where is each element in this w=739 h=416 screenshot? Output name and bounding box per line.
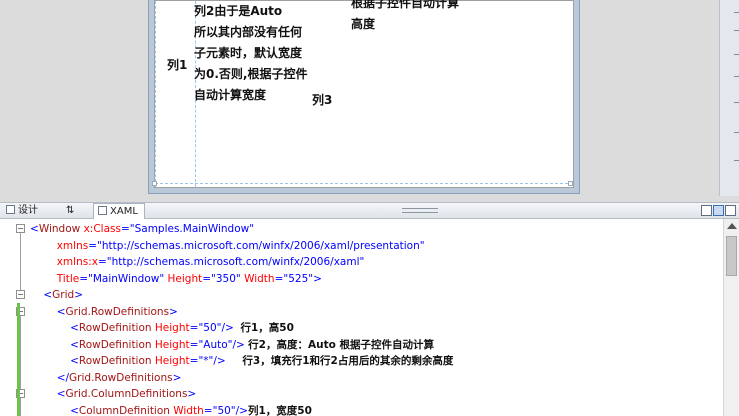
xaml-view-icon xyxy=(98,206,107,215)
xaml-editor[interactable]: − − − − <Window x:Class="Samples.MainWin… xyxy=(0,219,739,416)
column-3-label: 列3 xyxy=(312,93,333,107)
strip-tick xyxy=(734,132,739,133)
splitter-grip[interactable] xyxy=(402,208,438,213)
collapse-pane-button[interactable] xyxy=(725,205,736,216)
strip-tick xyxy=(734,54,739,55)
horizontal-split-button[interactable] xyxy=(713,205,724,216)
fold-collapse-icon[interactable]: − xyxy=(16,224,25,233)
strip-tick xyxy=(734,12,739,13)
code-line: <Grid.RowDefinitions> xyxy=(56,305,178,318)
designer-grid[interactable]: 列1 列2由于是Auto 所以其内部没有任何 子元素时，默认宽度 为0.否则,根… xyxy=(152,0,574,188)
scroll-thumb[interactable] xyxy=(726,236,737,276)
tab-design[interactable]: 设计 xyxy=(6,203,38,219)
code-area[interactable]: <Window x:Class="Samples.MainWindow" xml… xyxy=(30,221,720,416)
swap-panes-button[interactable]: ⇅ xyxy=(66,203,74,219)
vertical-split-button[interactable] xyxy=(701,205,712,216)
fold-line xyxy=(20,233,21,293)
scroll-up-icon[interactable] xyxy=(727,223,737,229)
designer-right-strip xyxy=(719,0,739,196)
code-line: </Grid.RowDefinitions> xyxy=(56,371,182,384)
strip-tick xyxy=(734,160,739,161)
grid-column-divider-0 xyxy=(155,1,156,187)
fold-line xyxy=(20,316,21,416)
strip-tick xyxy=(734,102,739,103)
column-2-textblock[interactable]: 列2由于是Auto 所以其内部没有任何 子元素时，默认宽度 为0.否则,根据子控… xyxy=(194,1,307,106)
strip-tick xyxy=(734,30,739,31)
code-line: <RowDefinition Height="Auto"/> 行2，高度：Aut… xyxy=(70,338,434,351)
code-line: <Window x:Class="Samples.MainWindow" xyxy=(30,223,255,235)
row-2-textblock[interactable]: 根据子控件自动计算 高度 xyxy=(351,0,459,35)
tab-xaml-label: XAML xyxy=(110,206,138,217)
tab-design-label: 设计 xyxy=(18,205,38,216)
design-surface[interactable]: 列1 列2由于是Auto 所以其内部没有任何 子元素时，默认宽度 为0.否则,根… xyxy=(0,0,739,202)
designer-window-frame[interactable]: 列1 列2由于是Auto 所以其内部没有任何 子元素时，默认宽度 为0.否则,根… xyxy=(148,0,580,194)
code-line: <RowDefinition Height="50"/> 行1，高50 xyxy=(70,322,294,334)
resize-grip-left[interactable] xyxy=(152,181,157,186)
code-line: xmlns:x="http://schemas.microsoft.com/wi… xyxy=(56,256,365,268)
design-view-icon xyxy=(6,205,15,214)
change-marker xyxy=(17,303,20,416)
resize-grip-right[interactable] xyxy=(568,181,573,186)
code-line: <Grid.ColumnDefinitions> xyxy=(56,388,197,400)
grid-row-divider[interactable] xyxy=(155,183,573,184)
swap-icon: ⇅ xyxy=(66,205,75,216)
view-tab-bar: 设计 ⇅ XAML xyxy=(0,202,739,220)
vertical-scrollbar[interactable] xyxy=(723,219,739,416)
fold-collapse-icon[interactable]: − xyxy=(16,290,25,299)
code-line: xmlns="http://schemas.microsoft.com/winf… xyxy=(56,239,425,252)
code-line: <ColumnDefinition Width="50"/>列1，宽度50 xyxy=(70,404,312,416)
editor-gutter: − − − − xyxy=(0,219,26,416)
tab-xaml[interactable]: XAML xyxy=(93,203,145,220)
code-line: Title="MainWindow" Height="350" Width="5… xyxy=(56,272,322,285)
column-1-label: 列1 xyxy=(167,58,188,72)
strip-tick xyxy=(734,76,739,77)
code-line: <RowDefinition Height="*"/> 行3，填充行1和行2占用… xyxy=(70,355,454,367)
code-line: <Grid> xyxy=(43,289,84,301)
